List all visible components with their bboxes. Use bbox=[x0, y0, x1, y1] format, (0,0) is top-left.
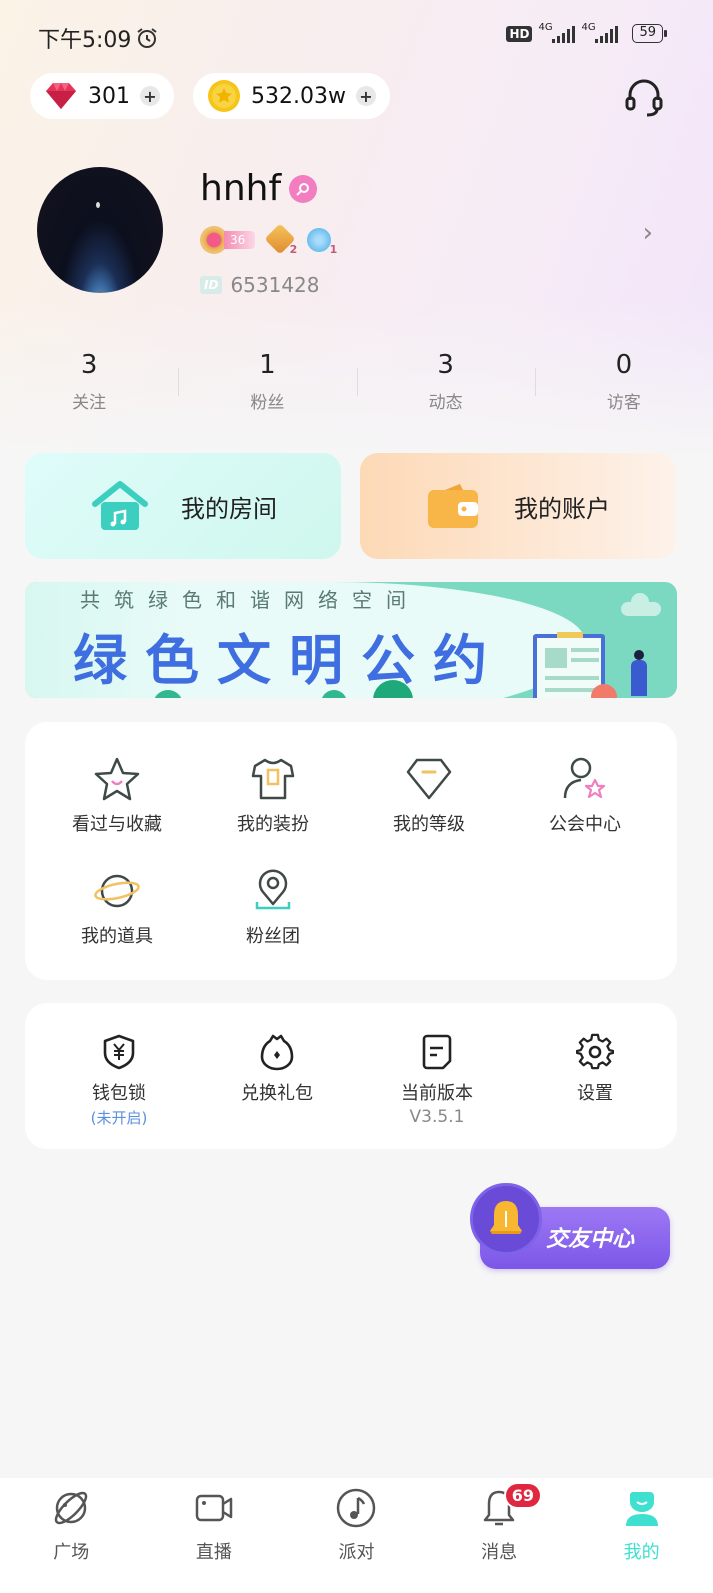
banner-subtitle: 共筑绿色和谐网络空间 bbox=[80, 588, 420, 612]
diamond-icon bbox=[46, 83, 76, 109]
banner-title: 绿色文明公约 bbox=[73, 629, 505, 692]
feature-my-level[interactable]: 我的等级 bbox=[349, 756, 509, 836]
tool-redeem-gift[interactable]: 兑换礼包 bbox=[197, 1033, 357, 1105]
wealth-level-badge[interactable]: 36 bbox=[200, 226, 256, 254]
video-camera-icon bbox=[195, 1494, 233, 1522]
user-id: 6531428 bbox=[230, 273, 320, 297]
coin-icon bbox=[208, 80, 240, 112]
diamond-count: 301 bbox=[88, 83, 130, 109]
my-room-label: 我的房间 bbox=[181, 494, 277, 523]
id-icon: ID bbox=[200, 276, 223, 294]
star-icon bbox=[94, 757, 140, 801]
decor-dot bbox=[591, 684, 617, 698]
gear-icon bbox=[576, 1033, 614, 1070]
hd-icon: HD bbox=[506, 25, 533, 42]
nav-live[interactable]: 直播 bbox=[143, 1478, 286, 1593]
add-diamond-button[interactable]: + bbox=[140, 86, 160, 106]
friend-center-button[interactable]: 交友中心 bbox=[470, 1183, 672, 1271]
coin-count: 532.03w bbox=[251, 83, 346, 109]
diamond-balance[interactable]: 301 + bbox=[30, 73, 174, 119]
money-bag-icon bbox=[260, 1034, 294, 1071]
my-account-label: 我的账户 bbox=[514, 494, 610, 523]
nav-me[interactable]: 我的 bbox=[570, 1478, 713, 1593]
female-gender-icon bbox=[289, 174, 318, 203]
signal-icon-2: 4G bbox=[581, 22, 619, 43]
stat-following[interactable]: 3 关注 bbox=[0, 350, 178, 413]
wallet-icon bbox=[428, 484, 478, 528]
coin-balance[interactable]: 532.03w + bbox=[193, 73, 390, 119]
nav-messages[interactable]: 69 消息 bbox=[428, 1478, 571, 1593]
status-time: 下午5:09 bbox=[38, 22, 159, 54]
tshirt-icon bbox=[251, 758, 295, 800]
avatar[interactable] bbox=[37, 167, 163, 293]
bottom-nav: 广场 直播 派对 69 消息 我的 bbox=[0, 1478, 713, 1593]
house-music-icon bbox=[92, 481, 148, 530]
alarm-icon bbox=[137, 28, 158, 48]
my-account-card[interactable]: 我的账户 bbox=[360, 453, 676, 559]
unread-badge: 69 bbox=[503, 1482, 543, 1509]
battery-icon: 59 bbox=[632, 24, 667, 43]
diamond-outline-icon bbox=[406, 758, 452, 800]
music-note-icon bbox=[337, 1488, 376, 1528]
stats-row: 3 关注 1 粉丝 3 动态 0 访客 bbox=[0, 350, 713, 413]
username: hnhf bbox=[200, 168, 282, 209]
stat-visitors[interactable]: 0 访客 bbox=[534, 350, 713, 413]
bell-icon bbox=[490, 1201, 522, 1234]
signal-icon-1: 4G bbox=[538, 22, 576, 43]
feature-fan-club[interactable]: 粉丝团 bbox=[193, 868, 353, 948]
status-indicators: HD 4G 4G 59 bbox=[506, 22, 667, 43]
cloud-icon bbox=[621, 593, 661, 616]
tool-current-version[interactable]: 当前版本 V3.5.1 bbox=[357, 1033, 517, 1127]
planet-icon bbox=[94, 874, 140, 908]
tool-settings[interactable]: 设置 bbox=[515, 1033, 675, 1105]
person-star-icon bbox=[563, 757, 606, 799]
feature-my-items[interactable]: 我的道具 bbox=[37, 868, 197, 948]
tool-wallet-lock[interactable]: 钱包锁 (未开启) bbox=[39, 1033, 199, 1128]
tools-card: 钱包锁 (未开启) 兑换礼包 当前版本 V3.5.1 设置 bbox=[25, 1003, 677, 1149]
person-illustration bbox=[631, 650, 647, 696]
flower-badge-icon[interactable]: 1 bbox=[305, 226, 337, 256]
stat-fans[interactable]: 1 粉丝 bbox=[178, 350, 356, 413]
features-card: 看过与收藏 我的装扮 我的等级 公会中心 我的道具 粉丝团 bbox=[25, 722, 677, 980]
clock-text: 下午5:09 bbox=[38, 28, 132, 53]
badge-row: 36 2 1 bbox=[200, 226, 337, 256]
friend-center-bell-circle bbox=[470, 1183, 542, 1255]
document-icon bbox=[422, 1034, 452, 1070]
shield-yen-icon bbox=[103, 1034, 135, 1070]
profile-chevron-right-icon[interactable]: › bbox=[643, 218, 653, 248]
username-row: hnhf bbox=[200, 168, 318, 209]
user-icon bbox=[625, 1492, 658, 1526]
my-room-card[interactable]: 我的房间 bbox=[25, 453, 341, 559]
feature-my-outfit[interactable]: 我的装扮 bbox=[193, 756, 353, 836]
stat-posts[interactable]: 3 动态 bbox=[356, 350, 535, 413]
user-id-row: ID 6531428 bbox=[200, 273, 320, 297]
green-civilization-banner[interactable]: 共筑绿色和谐网络空间 绿色文明公约 bbox=[25, 582, 677, 698]
add-coin-button[interactable]: + bbox=[355, 86, 376, 106]
crown-badge-icon[interactable]: 2 bbox=[265, 226, 298, 256]
feature-guild-center[interactable]: 公会中心 bbox=[505, 756, 665, 836]
nav-party[interactable]: 派对 bbox=[285, 1478, 428, 1593]
friend-center-label: 交友中心 bbox=[546, 1227, 635, 1252]
feature-history-favorites[interactable]: 看过与收藏 bbox=[37, 756, 197, 836]
customer-service-icon[interactable] bbox=[623, 76, 665, 118]
planet-nav-icon bbox=[55, 1491, 88, 1525]
location-pin-icon bbox=[255, 869, 291, 910]
nav-plaza[interactable]: 广场 bbox=[0, 1478, 143, 1593]
